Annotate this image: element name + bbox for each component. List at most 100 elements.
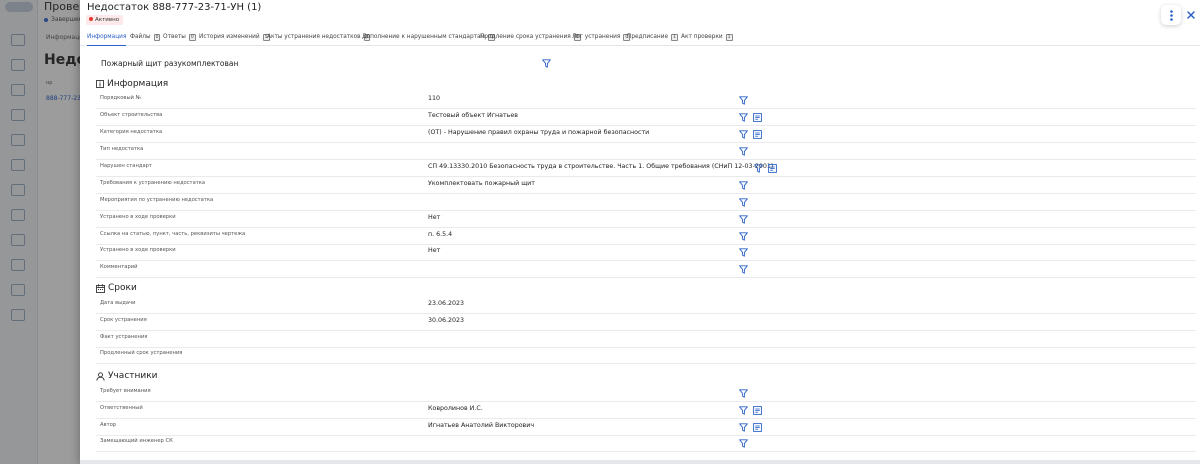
filter-button[interactable] [738, 247, 748, 257]
field-value: 30.06.2023 [428, 317, 465, 324]
filter-icon [738, 264, 748, 274]
tab-count: 1 [725, 34, 733, 41]
field-label: Тип недостатка [100, 146, 144, 152]
tab-remediation-log[interactable]: Лог устранения 0 [572, 32, 631, 46]
field-label: Устранено в ходе проверки [100, 214, 176, 220]
filter-button[interactable] [738, 422, 748, 432]
details-button[interactable] [752, 422, 762, 432]
details-button[interactable] [752, 405, 762, 415]
field-label: Факт устранения [100, 334, 148, 340]
participant-row-responsible: Ответственный Ковролинов И.С. [96, 402, 1196, 419]
field-label: Мероприятия по устранению недостатка [100, 197, 214, 203]
filter-button[interactable] [738, 388, 748, 398]
tab-label: Лог устранения [572, 34, 621, 40]
more-options-button[interactable] [1161, 5, 1181, 25]
field-label: Требования к устранению недостатка [100, 180, 206, 186]
details-button[interactable] [752, 129, 762, 139]
status-badge: Активно [86, 15, 124, 25]
filter-icon [738, 146, 748, 156]
tab-label: Файлы [130, 34, 151, 40]
field-label: Ответственный [100, 405, 143, 411]
filter-button[interactable] [738, 438, 748, 448]
filter-button[interactable] [738, 112, 748, 122]
info-row-type: Тип недостатка [96, 143, 1196, 160]
notes-icon [767, 163, 777, 173]
tab-count: 0 [153, 34, 161, 41]
filter-button[interactable] [738, 214, 748, 224]
filter-button[interactable] [738, 231, 748, 241]
defect-summary: Пожарный щит разукомплектован [101, 59, 239, 68]
info-row-category: Категория недостатка (ОТ) - Нарушение пр… [96, 126, 1196, 143]
status-label: Активно [95, 17, 120, 23]
filter-button[interactable] [753, 163, 763, 173]
field-value: СП 49.13330.2010 Безопасность труда в ст… [428, 163, 774, 170]
filter-button[interactable] [738, 146, 748, 156]
tab-answers[interactable]: Ответы 0 [163, 32, 196, 46]
close-icon [1187, 11, 1195, 19]
field-value: Нет [428, 247, 441, 254]
filter-button[interactable] [738, 405, 748, 415]
filter-icon [753, 163, 763, 173]
field-value: 110 [428, 95, 441, 102]
filter-icon [738, 95, 748, 105]
field-label: Устранено в ходе проверки [100, 247, 176, 253]
notes-icon [752, 129, 762, 139]
info-row-number: Порядковый № 110 [96, 92, 1196, 109]
drawer-bottom-bar [80, 460, 1200, 464]
filter-button[interactable] [738, 95, 748, 105]
tab-order[interactable]: Предписание 1 [627, 32, 678, 46]
participant-row-attention: Требует внимания [96, 385, 1196, 402]
filter-icon [738, 197, 748, 207]
vertical-dots-icon [1169, 9, 1173, 21]
filter-button[interactable] [738, 197, 748, 207]
tab-violated-standards[interactable]: Дополнение к нарушенным стандартам 0 [362, 32, 495, 46]
filter-button[interactable] [541, 58, 551, 68]
filter-icon [738, 422, 748, 432]
tab-label: Предписание [627, 34, 669, 40]
field-label: Ссылка на статью, пункт, часть, реквизит… [100, 231, 246, 237]
filter-button[interactable] [738, 129, 748, 139]
info-icon [96, 80, 104, 88]
field-value: п. 6.5.4 [428, 231, 453, 238]
tab-remediation-acts[interactable]: Акты устранения недостатков 0 [267, 32, 371, 46]
field-label: Замещающий инженер СК [100, 438, 173, 444]
field-label: Автор [100, 422, 117, 428]
close-button[interactable] [1184, 8, 1198, 22]
field-label: Комментарий [100, 264, 138, 270]
field-value: Ковролинов И.С. [428, 405, 483, 412]
filter-icon [738, 405, 748, 415]
field-value: Нет [428, 214, 441, 221]
field-value: Игнатьев Анатолий Викторович [428, 422, 535, 429]
deadline-row-issue-date: Дата выдачи 23.06.2023 [96, 297, 1196, 314]
tab-information[interactable]: Информация [87, 32, 127, 46]
field-label: Требует внимания [100, 388, 151, 394]
tab-label: Информация [87, 34, 127, 40]
field-value: (ОТ) - Нарушение правил охраны труда и п… [428, 129, 650, 136]
tab-deadline-extension[interactable]: Продление срока устранения 0 [480, 32, 581, 46]
tab-inspection-act[interactable]: Акт проверки 1 [681, 32, 733, 46]
tab-label: Продление срока устранения [480, 34, 571, 40]
info-row-reference: Ссылка на статью, пункт, часть, реквизит… [96, 228, 1196, 245]
filter-button[interactable] [738, 264, 748, 274]
tab-history[interactable]: История изменений 5 [199, 32, 270, 46]
deadline-row-actual-fix: Факт устранения [96, 331, 1196, 348]
info-row-standard: Нарушен стандарт СП 49.13330.2010 Безопа… [96, 160, 1196, 177]
filter-icon [738, 129, 748, 139]
field-label: Объект строительства [100, 112, 163, 118]
section-information-title: Информация [96, 79, 168, 89]
tab-files[interactable]: Файлы 0 [130, 32, 161, 46]
field-label: Дата выдачи [100, 300, 136, 306]
filter-icon [738, 247, 748, 257]
details-button[interactable] [767, 163, 777, 173]
field-value: Тестовый объект Игнатьев [428, 112, 518, 119]
defect-drawer: Недостаток 888-777-23-71-УН (1) Активно … [80, 0, 1200, 464]
notes-icon [752, 405, 762, 415]
field-value: Укомплектовать пожарный щит [428, 180, 535, 187]
filter-button[interactable] [738, 180, 748, 190]
section-participants-title: Участники [96, 371, 158, 381]
details-button[interactable] [752, 112, 762, 122]
tab-label: Акты устранения недостатков [267, 34, 361, 40]
tab-label: Акт проверки [681, 34, 723, 40]
filter-icon [738, 438, 748, 448]
field-value: 23.06.2023 [428, 300, 465, 307]
